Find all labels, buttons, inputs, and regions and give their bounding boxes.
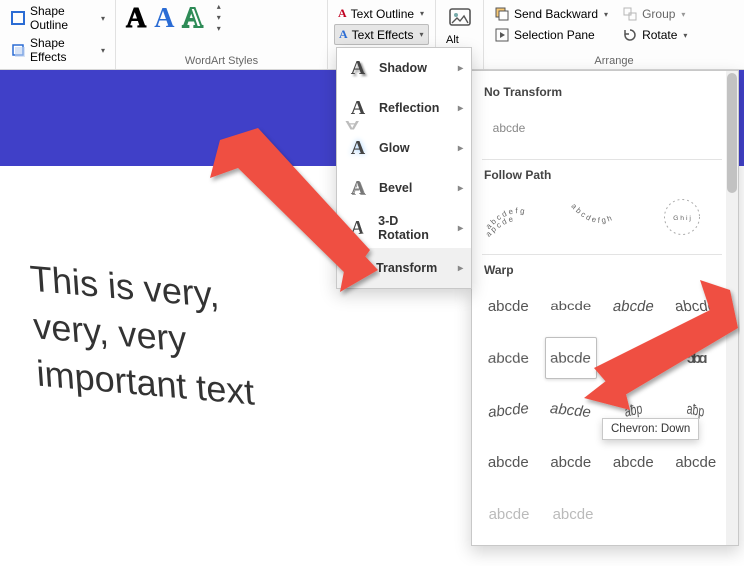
transform-option[interactable]: ɔbɑ <box>670 337 723 379</box>
chevron-right-icon: ▸ <box>458 63 463 74</box>
rotate-icon <box>622 27 638 43</box>
menu-label: Reflection <box>379 101 439 115</box>
menu-item-shadow[interactable]: A Shadow ▸ <box>337 48 471 88</box>
chevron-down-icon: ▾ <box>101 46 105 55</box>
arrange-group-label: Arrange <box>484 55 744 67</box>
text-effects-icon: A <box>339 27 348 42</box>
gallery-up-icon[interactable]: ▴ <box>217 2 221 11</box>
follow-path-preview-icon: a b c d e f ga p c d e <box>483 190 553 244</box>
transform-option[interactable]: abcde <box>482 285 535 327</box>
transform-option[interactable]: abcde <box>545 285 598 327</box>
scrollbar-thumb[interactable] <box>727 73 737 193</box>
follow-path-preview-icon: G h i j <box>647 190 717 244</box>
menu-item-glow[interactable]: A Glow ▸ <box>337 128 471 168</box>
send-backward-icon <box>494 6 510 22</box>
text-outline-button[interactable]: A Text Outline ▾ <box>334 4 429 23</box>
transform-option[interactable]: abcde <box>607 285 660 327</box>
text-effects-menu: A Shadow ▸ AA Reflection ▸ A Glow ▸ A Be… <box>336 47 472 289</box>
shape-outline-icon <box>10 10 26 26</box>
group-icon <box>622 6 638 22</box>
transform-icon: abc <box>345 259 368 277</box>
chevron-right-icon: ▸ <box>458 263 463 274</box>
reflection-icon: AA <box>345 95 371 121</box>
chevron-down-icon: ▾ <box>419 30 423 39</box>
group-label: Group <box>642 7 675 21</box>
chevron-right-icon: ▸ <box>458 143 463 154</box>
transform-option[interactable]: abcde <box>670 285 723 327</box>
transform-option[interactable]: abcde <box>670 441 723 483</box>
text-outline-label: Text Outline <box>351 7 414 21</box>
wordart-sample-green[interactable]: A <box>182 5 202 33</box>
shape-outline-button[interactable]: Shape Outline ▾ <box>6 2 109 34</box>
menu-item-transform[interactable]: abc Transform ▸ <box>337 248 471 288</box>
rotate-button[interactable]: Rotate ▾ <box>618 25 691 45</box>
wordart-sample-black[interactable]: A <box>126 5 146 33</box>
menu-label: Glow <box>379 141 410 155</box>
transform-option[interactable]: abcde <box>482 441 535 483</box>
transform-option[interactable]: abcde <box>482 107 536 149</box>
rotate-label: Rotate <box>642 28 677 42</box>
chevron-down-icon: ▾ <box>604 10 608 19</box>
transform-option[interactable]: abcde <box>482 493 536 535</box>
tooltip-chevron-down: Chevron: Down <box>602 418 699 440</box>
menu-label: 3-D Rotation <box>378 214 450 242</box>
chevron-right-icon: ▸ <box>458 103 463 114</box>
rotation-3d-icon: A <box>344 213 367 243</box>
group-button[interactable]: Group ▾ <box>618 4 691 24</box>
transform-option[interactable]: abcde <box>482 389 535 431</box>
transform-option[interactable]: abcde <box>546 493 600 535</box>
gallery-header-follow-path: Follow Path <box>484 168 722 182</box>
chevron-down-icon: ▾ <box>683 31 687 40</box>
selection-pane-label: Selection Pane <box>514 28 595 42</box>
transform-option[interactable]: abcde <box>545 441 598 483</box>
follow-path-preview-icon: a b c d e f g h <box>565 190 635 244</box>
transform-option[interactable]: a b c d e f g h <box>564 190 636 244</box>
scrollbar-track[interactable] <box>726 71 738 545</box>
chevron-down-icon: ▾ <box>420 9 424 18</box>
transform-option[interactable]: G h i j <box>646 190 718 244</box>
transform-option-selected[interactable]: abcde <box>545 337 598 379</box>
transform-option[interactable]: ɑbɔ <box>607 337 660 379</box>
menu-label: Transform <box>376 261 437 275</box>
shape-effects-icon <box>10 42 26 58</box>
chevron-down-icon: ▾ <box>681 10 685 19</box>
chevron-down-icon: ▾ <box>101 14 105 23</box>
transform-option[interactable]: a b c d e f ga p c d e <box>482 190 554 244</box>
text-effects-button[interactable]: A Text Effects ▾ <box>334 24 429 45</box>
transform-gallery: No Transform abcde Follow Path a b c d e… <box>471 70 739 546</box>
menu-item-3d-rotation[interactable]: A 3-D Rotation ▸ <box>337 208 471 248</box>
shape-effects-button[interactable]: Shape Effects ▾ <box>6 34 109 66</box>
alt-text-icon <box>448 6 472 30</box>
bevel-icon: A <box>345 175 371 201</box>
shape-effects-label: Shape Effects <box>30 36 95 64</box>
selection-pane-icon <box>494 27 510 43</box>
svg-text:a b c d e f g h: a b c d e f g h <box>569 202 613 225</box>
text-outline-icon: A <box>338 6 347 21</box>
menu-item-reflection[interactable]: AA Reflection ▸ <box>337 88 471 128</box>
wordart-style-gallery[interactable]: A A A ▴ ▾ ▾ <box>122 2 321 33</box>
menu-label: Bevel <box>379 181 412 195</box>
chevron-right-icon: ▸ <box>458 183 463 194</box>
transform-option[interactable]: abcde <box>482 337 535 379</box>
chevron-right-icon: ▸ <box>458 223 463 234</box>
wordart-sample-blue[interactable]: A <box>154 5 174 33</box>
shadow-icon: A <box>345 55 371 81</box>
glow-icon: A <box>345 135 371 161</box>
wordart-group-label: WordArt Styles <box>116 55 327 67</box>
send-backward-button[interactable]: Send Backward ▾ <box>490 4 612 24</box>
menu-label: Shadow <box>379 61 427 75</box>
text-effects-label: Text Effects <box>352 28 414 42</box>
gallery-more-icon[interactable]: ▾ <box>217 24 221 33</box>
send-backward-label: Send Backward <box>514 7 598 21</box>
gallery-header-warp: Warp <box>484 263 722 277</box>
transform-option[interactable]: abcde <box>545 389 598 431</box>
shape-outline-label: Shape Outline <box>30 4 95 32</box>
transform-option[interactable]: abcde <box>607 441 660 483</box>
svg-text:G h i j: G h i j <box>673 215 691 222</box>
gallery-down-icon[interactable]: ▾ <box>217 13 221 22</box>
selection-pane-button[interactable]: Selection Pane <box>490 25 612 45</box>
menu-item-bevel[interactable]: A Bevel ▸ <box>337 168 471 208</box>
gallery-header-no-transform: No Transform <box>484 85 722 99</box>
